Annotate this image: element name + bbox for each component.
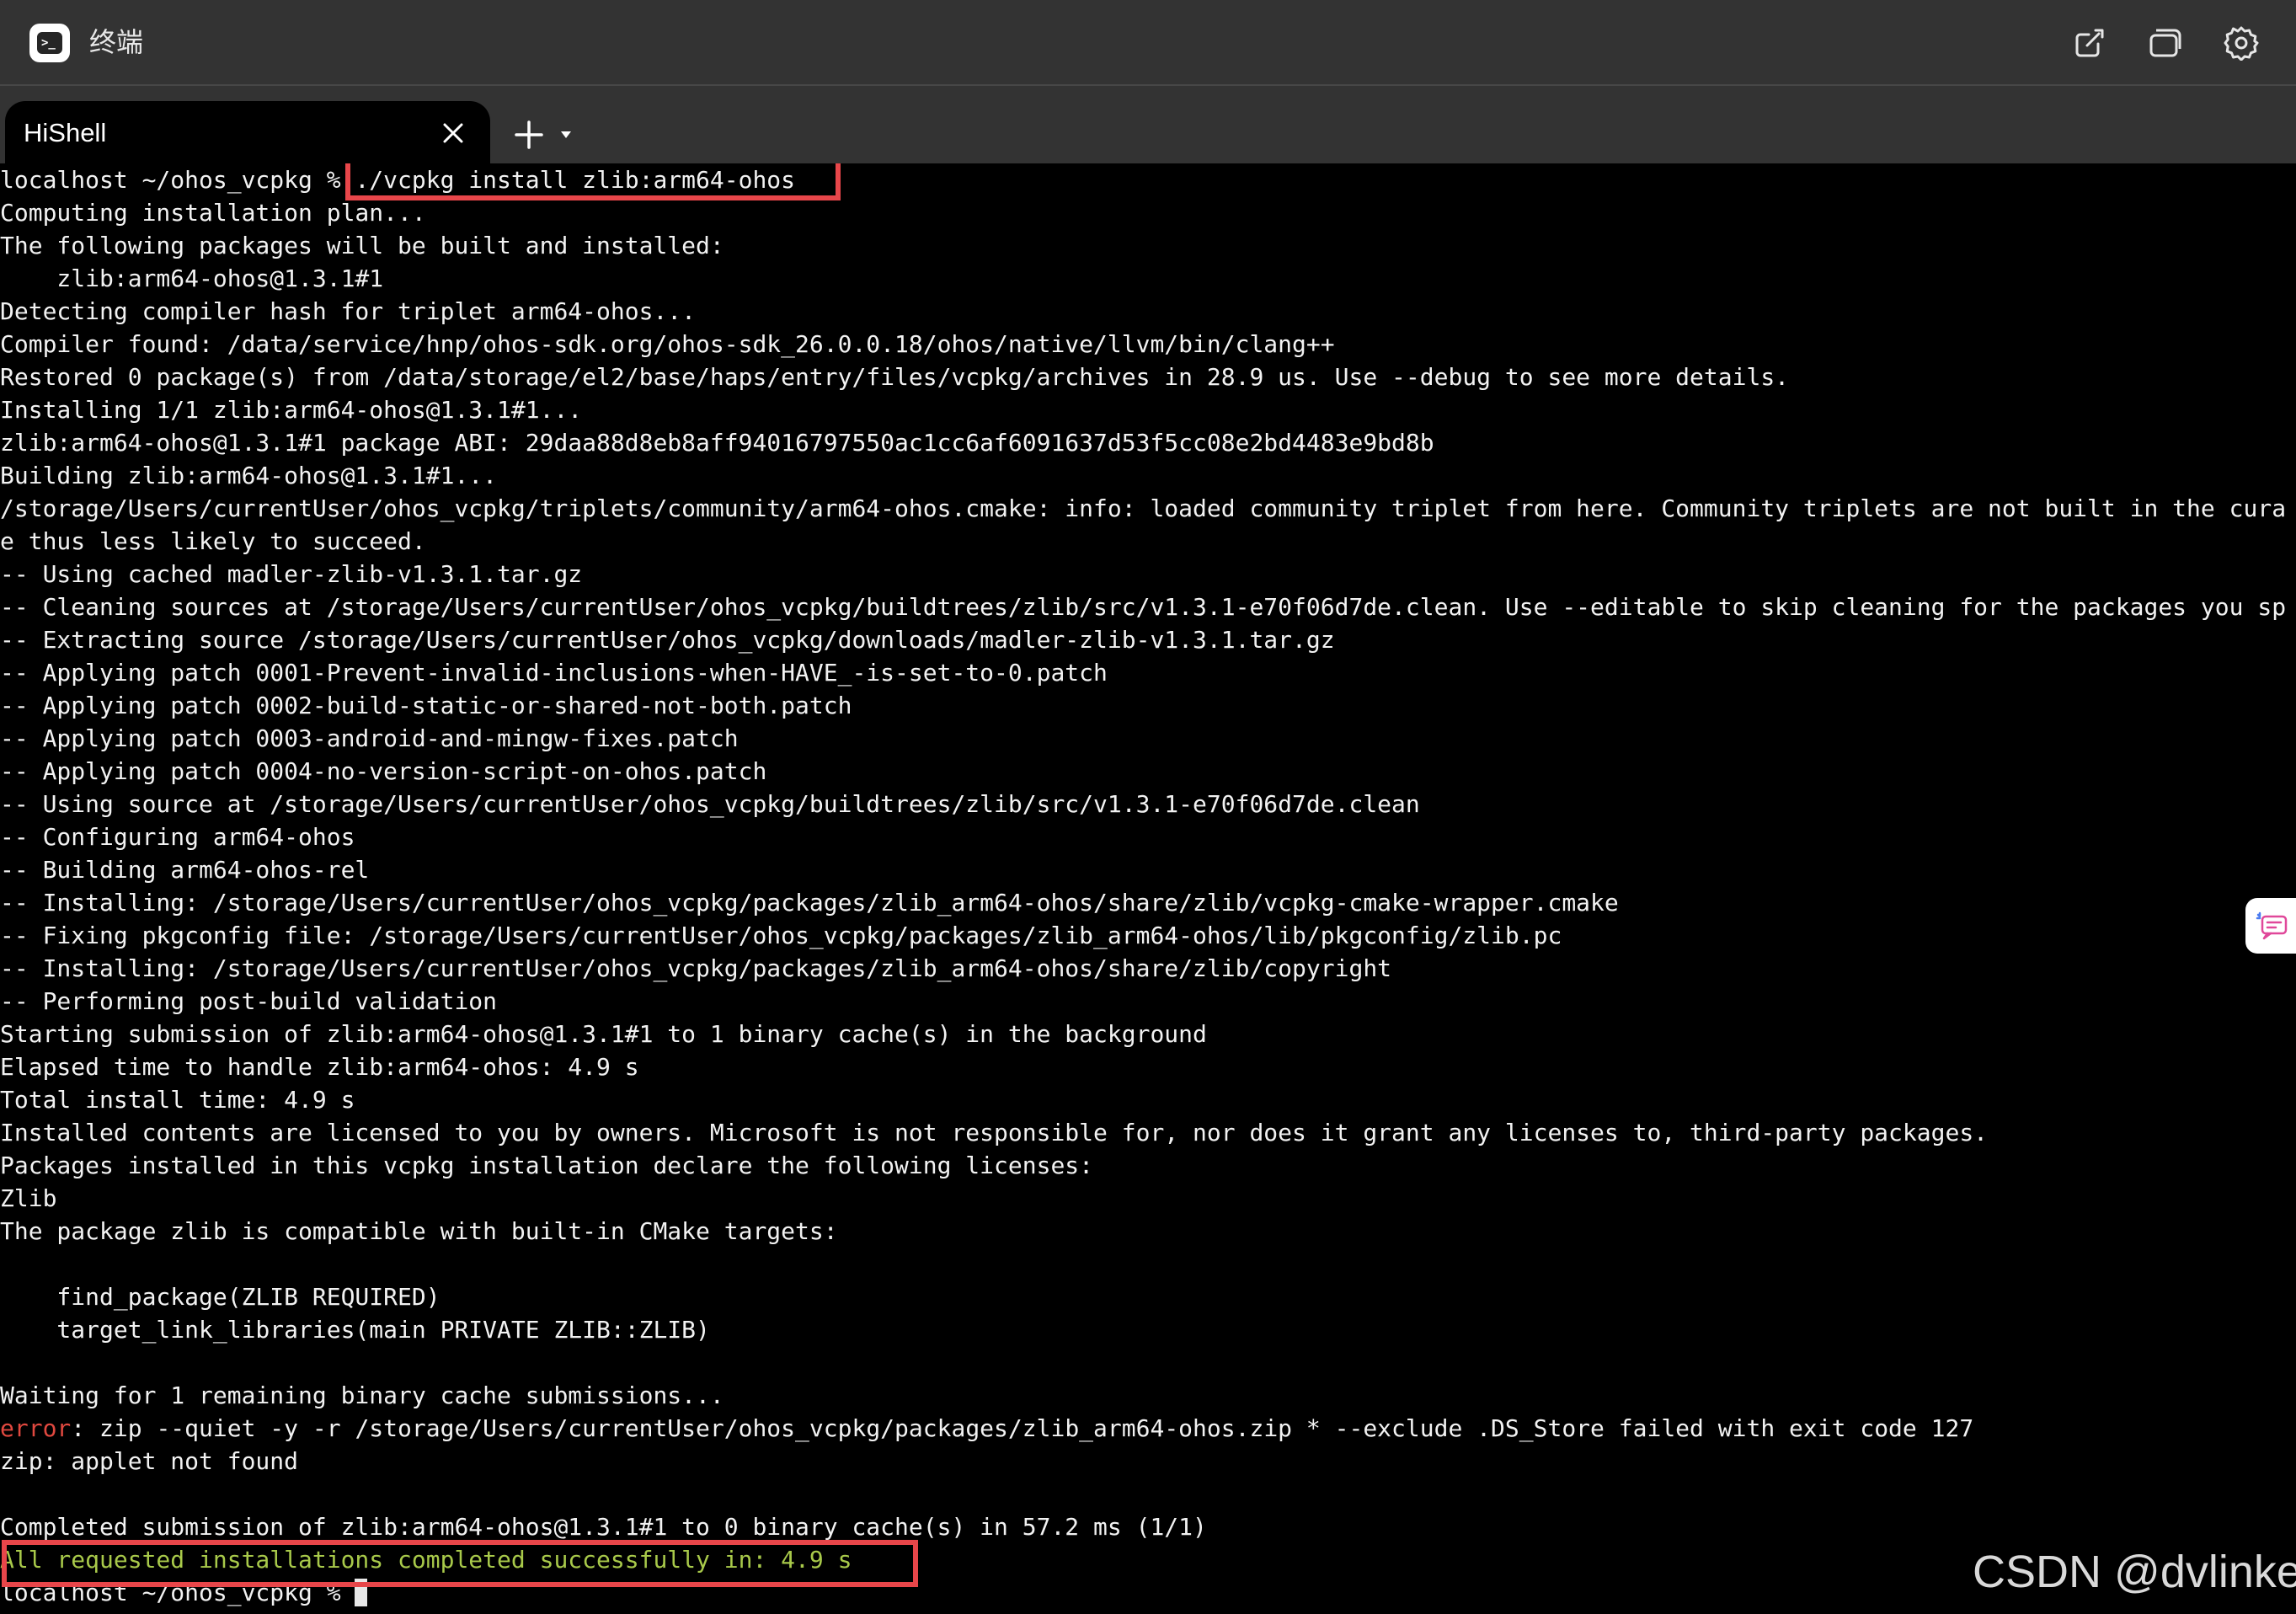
prompt: localhost ~/ohos_vcpkg % bbox=[0, 166, 355, 194]
gear-icon[interactable] bbox=[2220, 22, 2262, 64]
terminal-app-icon: >_ bbox=[29, 24, 70, 62]
close-icon[interactable] bbox=[436, 116, 470, 150]
output-line: Packages installed in this vcpkg install… bbox=[0, 1152, 1094, 1179]
output-line: -- Building arm64-ohos-rel bbox=[0, 856, 370, 884]
output-line: Installing 1/1 zlib:arm64-ohos@1.3.1#1..… bbox=[0, 396, 583, 424]
final-prompt-line[interactable]: localhost ~/ohos_vcpkg % bbox=[0, 1576, 2286, 1609]
output-line: Compiler found: /data/service/hnp/ohos-s… bbox=[0, 330, 1335, 358]
output-line: find_package(ZLIB REQUIRED) bbox=[0, 1283, 441, 1311]
output-line: Detecting compiler hash for triplet arm6… bbox=[0, 297, 697, 325]
terminal-lines: localhost ~/ohos_vcpkg % ./vcpkg install… bbox=[0, 163, 2286, 1609]
output-line: -- Fixing pkgconfig file: /storage/Users… bbox=[0, 922, 1562, 949]
watermark: CSDN @dvlinker bbox=[1973, 1547, 2296, 1597]
success-line: All requested installations completed su… bbox=[0, 1546, 852, 1574]
ai-assistant-icon[interactable] bbox=[2245, 898, 2296, 954]
output-line: Completed submission of zlib:arm64-ohos@… bbox=[0, 1513, 1207, 1541]
output-line: -- Applying patch 0001-Prevent-invalid-i… bbox=[0, 659, 1108, 687]
tab-strip: HiShell bbox=[0, 86, 2296, 163]
output-line: -- Installing: /storage/Users/currentUse… bbox=[0, 889, 1619, 917]
command-line: localhost ~/ohos_vcpkg % ./vcpkg install… bbox=[0, 163, 2286, 196]
output-line: -- Configuring arm64-ohos bbox=[0, 823, 355, 851]
caret-down-icon[interactable] bbox=[556, 125, 576, 145]
output-line: e thus less likely to succeed. bbox=[0, 527, 426, 555]
output-line: Installed contents are licensed to you b… bbox=[0, 1119, 1989, 1146]
command-text: ./vcpkg install zlib:arm64-ohos bbox=[355, 166, 796, 194]
prompt: localhost ~/ohos_vcpkg % bbox=[0, 1579, 355, 1606]
output-line: -- Using source at /storage/Users/curren… bbox=[0, 790, 1420, 818]
output-line: The following packages will be built and… bbox=[0, 232, 724, 259]
output-line: zip: applet not found bbox=[0, 1447, 299, 1475]
terminal-output[interactable]: localhost ~/ohos_vcpkg % ./vcpkg install… bbox=[0, 163, 2296, 1614]
tab-label: HiShell bbox=[24, 118, 107, 147]
output-line: Zlib bbox=[0, 1184, 57, 1212]
output-line: zlib:arm64-ohos@1.3.1#1 bbox=[0, 265, 384, 292]
plus-icon[interactable] bbox=[510, 116, 547, 153]
output-line: target_link_libraries(main PRIVATE ZLIB:… bbox=[0, 1316, 710, 1344]
tab-hishell[interactable]: HiShell bbox=[5, 101, 490, 163]
output-line: -- Applying patch 0002-build-static-or-s… bbox=[0, 692, 852, 719]
output-line: -- Cleaning sources at /storage/Users/cu… bbox=[0, 593, 2287, 621]
output-line: Building zlib:arm64-ohos@1.3.1#1... bbox=[0, 462, 498, 489]
output-line: Restored 0 package(s) from /data/storage… bbox=[0, 363, 1790, 391]
error-message: : zip --quiet -y -r /storage/Users/curre… bbox=[71, 1414, 1974, 1442]
output-line: -- Applying patch 0003-android-and-mingw… bbox=[0, 724, 739, 752]
output-line: -- Installing: /storage/Users/currentUse… bbox=[0, 954, 1392, 982]
output-line: -- Using cached madler-zlib-v1.3.1.tar.g… bbox=[0, 560, 583, 588]
title-bar: >_ 终端 bbox=[0, 0, 2296, 86]
output-line: Starting submission of zlib:arm64-ohos@1… bbox=[0, 1020, 1207, 1048]
output-line: -- Extracting source /storage/Users/curr… bbox=[0, 626, 1335, 654]
output-line: Waiting for 1 remaining binary cache sub… bbox=[0, 1382, 724, 1409]
output-line: Computing installation plan... bbox=[0, 199, 426, 227]
terminal-app-window: >_ 终端 HiShell localhost ~/ohos_vcpkg % .… bbox=[0, 0, 2296, 1614]
output-line: -- Performing post-build validation bbox=[0, 987, 498, 1015]
edit-square-icon[interactable] bbox=[2069, 22, 2111, 64]
window-title: 终端 bbox=[89, 26, 144, 58]
output-line: The package zlib is compatible with buil… bbox=[0, 1217, 838, 1245]
output-line: Total install time: 4.9 s bbox=[0, 1086, 355, 1114]
output-line: -- Applying patch 0004-no-version-script… bbox=[0, 757, 767, 785]
output-line: Elapsed time to handle zlib:arm64-ohos: … bbox=[0, 1053, 639, 1081]
output-line: zlib:arm64-ohos@1.3.1#1 package ABI: 29d… bbox=[0, 429, 1434, 457]
error-line: error: zip --quiet -y -r /storage/Users/… bbox=[0, 1412, 2286, 1445]
output-line: /storage/Users/currentUser/ohos_vcpkg/tr… bbox=[0, 494, 2287, 522]
text-cursor bbox=[355, 1579, 368, 1606]
overlapping-windows-icon[interactable] bbox=[2144, 22, 2187, 64]
error-label: error bbox=[0, 1414, 72, 1442]
